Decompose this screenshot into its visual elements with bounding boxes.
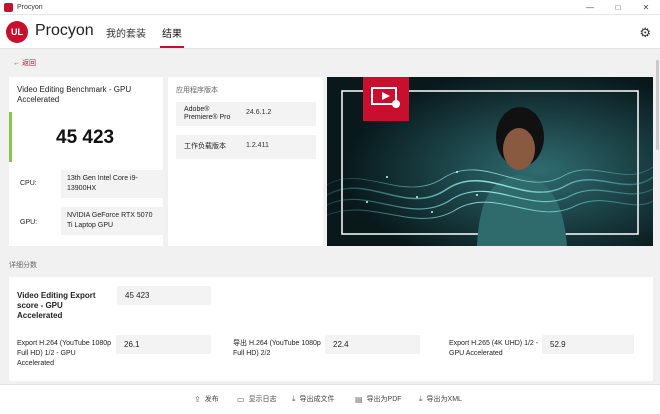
ul-logo: UL [6, 21, 28, 43]
publish-label: 发布 [204, 396, 219, 403]
export-score-label: Video Editing Export score - GPU Acceler… [17, 291, 96, 320]
app-version-title: 应用程序版本 [176, 87, 218, 94]
export-xml-button[interactable]: ⤓ 导出为XML [419, 394, 462, 404]
gpu-label: GPU: [20, 219, 38, 226]
app-icon [4, 2, 13, 12]
publish-button[interactable]: ⇪ 发布 [194, 394, 219, 404]
cpu-value: 13th Gen Intel Core i9-13900HX [61, 170, 165, 198]
detail-item-value: 52.9 [542, 335, 634, 354]
hero-illustration [327, 77, 653, 246]
benchmark-score: 45 423 [56, 127, 115, 148]
tab-my-suites[interactable]: 我的套装 [106, 25, 146, 40]
window-controls: — □ ✕ [576, 0, 660, 15]
download-icon: ⤓ [292, 394, 296, 403]
export-file-label: 导出成文件 [299, 396, 335, 403]
xml-download-icon: ⤓ [419, 394, 423, 403]
cpu-label: CPU: [20, 180, 37, 187]
tab-results[interactable]: 结果 [160, 25, 184, 48]
detail-item-label: Export H.264 (YouTube 1080p Full HD) 1/2… [17, 340, 112, 367]
export-score-value: 45 423 [117, 286, 211, 305]
export-file-button[interactable]: ⤓ 导出成文件 [292, 394, 335, 404]
pdf-icon: ▤ [355, 394, 363, 404]
detail-item-value: 26.1 [116, 335, 211, 354]
detailed-scores-heading: 详细分数 [9, 262, 37, 269]
upload-icon: ⇪ [194, 394, 201, 404]
log-icon: ▭ [237, 394, 245, 404]
back-link[interactable]: ← 返回 [13, 58, 36, 68]
active-tab-indicator [160, 46, 184, 48]
brand-name: Procyon [35, 22, 94, 39]
benchmark-name: Video Editing Benchmark - GPU Accelerate… [17, 85, 132, 104]
version-row: 工作负载版本 1.2.411 [176, 135, 316, 159]
gpu-value: NVIDIA GeForce RTX 5070 Ti Laptop GPU [61, 207, 165, 235]
version-app-name: Adobe® Premiere® Pro [184, 106, 231, 121]
detail-item-label: Export H.265 (4K UHD) 1/2 - GPU Accelera… [449, 340, 539, 357]
detailed-scores-panel: Video Editing Export score - GPU Acceler… [9, 277, 653, 381]
detail-item-label: 导出 H.264 (YouTube 1080p Full HD) 2/2 [233, 340, 321, 357]
version-workload-name: 工作负载版本 [184, 143, 226, 150]
export-xml-label: 导出为XML [426, 396, 462, 403]
window-titlebar: Procyon — □ ✕ [0, 0, 660, 15]
benchmark-hero-image [327, 77, 653, 246]
version-workload-value: 1.2.411 [246, 142, 269, 149]
show-log-label: 显示日志 [248, 396, 277, 403]
score-accent-bar [9, 112, 12, 162]
detail-item-value: 22.4 [325, 335, 420, 354]
export-pdf-button[interactable]: ▤ 导出为PDF [355, 394, 402, 404]
close-button[interactable]: ✕ [632, 0, 660, 15]
maximize-button[interactable]: □ [604, 0, 632, 15]
version-row: Adobe® Premiere® Pro 24.6.1.2 [176, 102, 316, 126]
score-panel: Video Editing Benchmark - GPU Accelerate… [9, 77, 165, 246]
window-title: Procyon [17, 3, 43, 11]
gear-icon[interactable]: ⚙ [639, 25, 651, 41]
version-app-value: 24.6.1.2 [246, 109, 272, 116]
tab-results-label: 结果 [162, 29, 182, 40]
minimize-button[interactable]: — [576, 0, 604, 15]
top-navbar: UL Procyon 我的套装 结果 ⚙ [0, 15, 660, 49]
show-log-button[interactable]: ▭ 显示日志 [237, 394, 277, 404]
export-pdf-label: 导出为PDF [366, 396, 402, 403]
scrollbar-thumb[interactable] [656, 60, 659, 150]
action-footer: ⇪ 发布 ▭ 显示日志 ⤓ 导出成文件 ▤ 导出为PDF ⤓ 导出为XML [0, 384, 660, 414]
app-version-panel: 应用程序版本 Adobe® Premiere® Pro 24.6.1.2 工作负… [168, 77, 323, 246]
